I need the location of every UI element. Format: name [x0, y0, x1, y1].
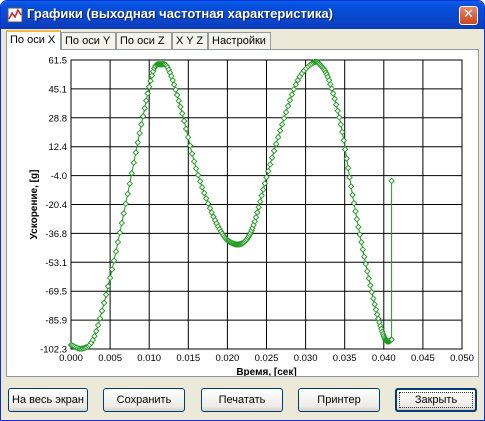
x-tick-label: 0.005 [98, 353, 122, 364]
y-tick-label: -85.9 [45, 316, 67, 327]
y-tick-label: -102.3 [40, 345, 67, 356]
app-icon [7, 7, 23, 23]
chart-panel: 0.000 0.005 0.010 0.015 0.020 0.025 0.030 0.035… [6, 49, 479, 377]
tab-axis-x[interactable]: По оси X [6, 30, 61, 50]
x-tick-label: 0.030 [294, 353, 318, 364]
y-axis-label: Ускорение, [g] [29, 170, 40, 240]
tab-xyz[interactable]: X Y Z [172, 32, 208, 49]
x-tick-label: 0.025 [255, 353, 279, 364]
y-tick-label: 45.1 [49, 84, 68, 95]
y-tick-label: -53.1 [45, 258, 67, 269]
x-tick-label: 0.015 [176, 353, 200, 364]
x-tick-label: 0.035 [333, 353, 357, 364]
window-title: Графики (выходная частотная характеристи… [27, 6, 333, 21]
y-tick-label: -69.5 [45, 287, 67, 298]
y-tick-label: -4.0 [51, 171, 67, 182]
fullscreen-button[interactable]: На весь экран [8, 388, 88, 412]
y-tick-label: -36.8 [45, 229, 67, 240]
print-button[interactable]: Печатать [201, 388, 283, 412]
save-button[interactable]: Сохранить [103, 388, 185, 412]
x-tick-label: 0.040 [372, 353, 396, 364]
printer-button[interactable]: Принтер [298, 388, 380, 412]
y-tick-label: 28.8 [49, 113, 68, 124]
x-tick-label: 0.050 [450, 353, 474, 364]
graph-window: Графики (выходная частотная характеристи… [0, 0, 485, 421]
close-button[interactable]: Закрыть [395, 388, 477, 412]
y-tick-label: 61.5 [49, 56, 68, 67]
close-icon[interactable]: ✕ [459, 6, 478, 25]
x-tick-label: 0.045 [411, 353, 435, 364]
button-bar: На весь экран Сохранить Печатать Принтер… [1, 384, 484, 418]
x-axis-label: Время, [сек] [236, 367, 296, 376]
acceleration-chart: 0.000 0.005 0.010 0.015 0.020 0.025 0.030 0.035… [29, 56, 474, 377]
y-tick-label: 12.4 [49, 142, 68, 153]
tab-axis-z[interactable]: По оси Z [116, 32, 172, 49]
title-bar[interactable]: Графики (выходная частотная характеристи… [1, 1, 484, 29]
y-tick-label: -20.4 [45, 200, 67, 211]
tab-axis-y[interactable]: По оси Y [61, 32, 116, 49]
x-tick-label: 0.010 [137, 353, 161, 364]
tab-settings[interactable]: Настройки [208, 32, 271, 49]
x-tick-label: 0.020 [216, 353, 240, 364]
